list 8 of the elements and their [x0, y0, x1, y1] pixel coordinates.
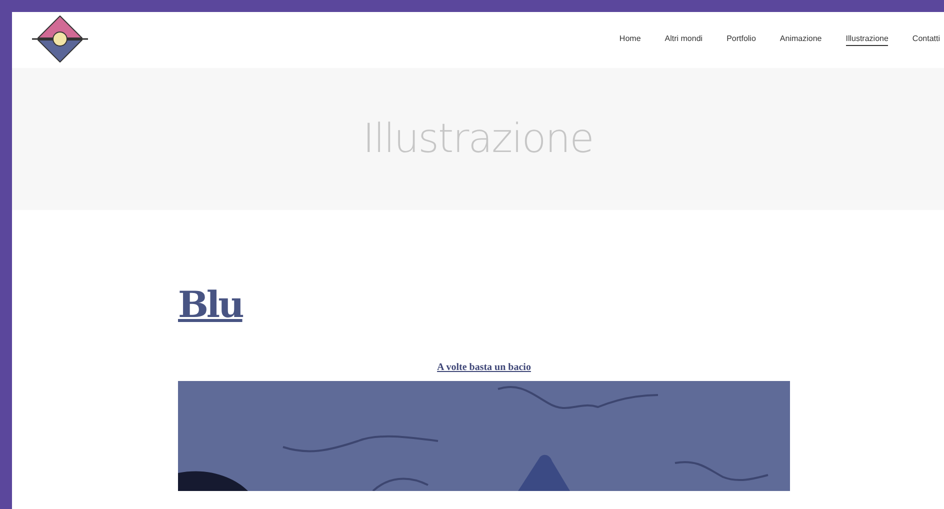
nav-link[interactable]: Contatti: [912, 34, 940, 46]
nav-link[interactable]: Animazione: [780, 34, 822, 46]
nav-link[interactable]: Altri mondi: [664, 34, 703, 46]
post-title-link[interactable]: Blu: [178, 284, 242, 326]
nav-link[interactable]: Home: [619, 34, 641, 46]
caption-link[interactable]: A volte basta un bacio: [437, 362, 531, 373]
nav-link[interactable]: Portfolio: [726, 34, 756, 46]
nav-link[interactable]: Illustrazione: [846, 34, 888, 46]
